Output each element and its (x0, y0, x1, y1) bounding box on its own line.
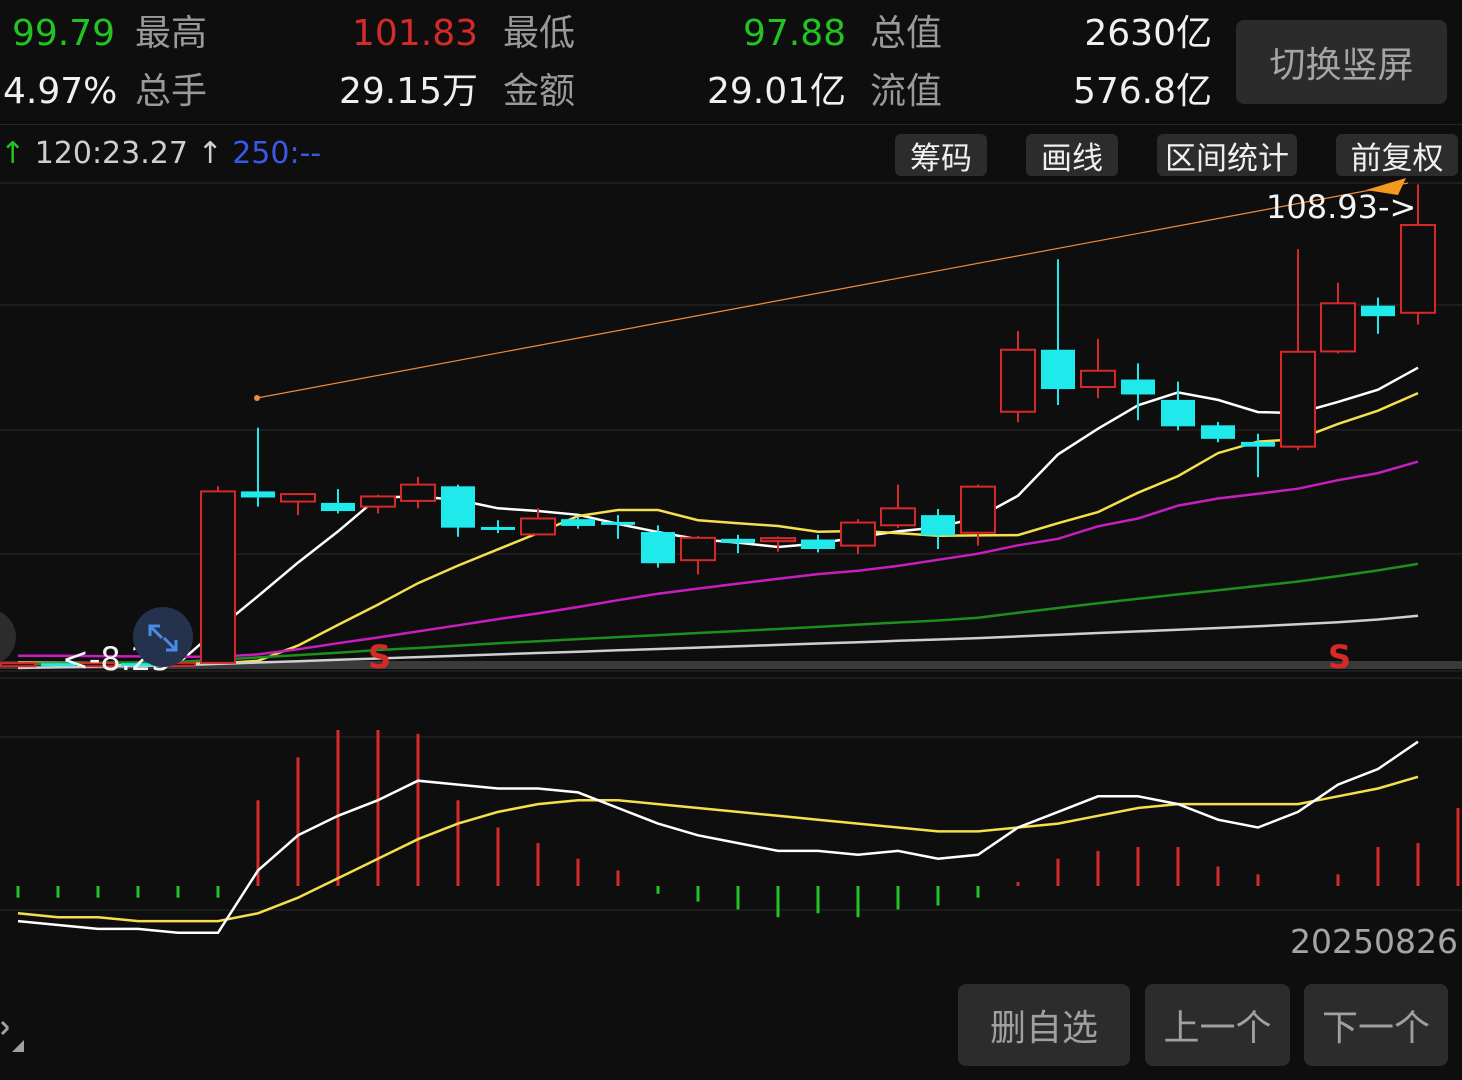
candle-body-down (641, 532, 675, 564)
macd-dif-line (17, 740, 1419, 935)
remove-watchlist-button[interactable]: 删自选 (958, 984, 1130, 1066)
high-price-marker: 108.93-> (1266, 188, 1416, 226)
candle-body-up (1000, 348, 1036, 413)
candle-body-up (840, 521, 876, 547)
candle-body-up (1320, 302, 1356, 353)
macd-dea-line (17, 775, 1419, 923)
candle-body-up (880, 507, 916, 527)
candle-body-down (481, 526, 515, 530)
previous-button[interactable]: 上一个 (1145, 984, 1290, 1066)
candle-body-down (1041, 349, 1075, 390)
candle-body-down (561, 519, 595, 526)
candle-body-up (960, 485, 996, 534)
collapse-icon[interactable] (133, 607, 193, 667)
candle-body-up (280, 493, 316, 503)
candle-body-up (0, 662, 36, 668)
candle-body-up (1080, 369, 1116, 389)
candle-body-down (441, 486, 475, 528)
candle-body-up (520, 517, 556, 536)
candle-body-down (601, 521, 635, 525)
expand-corner-icon[interactable] (0, 1020, 24, 1052)
candle-body-down (1161, 399, 1195, 427)
sell-signal: S (368, 638, 391, 676)
candle-body-up (400, 483, 436, 502)
candle-body-down (1121, 379, 1155, 395)
candle-body-up (760, 537, 796, 543)
candles (0, 184, 1436, 668)
kline-chart[interactable]: 108.93-> <-8.25 S S (0, 0, 1462, 1080)
candle-body-down (1241, 441, 1275, 447)
next-button[interactable]: 下一个 (1304, 984, 1448, 1066)
candle-body-up (680, 536, 716, 562)
candle-body-down (241, 491, 275, 498)
candle-body-down (801, 539, 835, 549)
candle-body-up (1280, 350, 1316, 448)
candle-body-down (321, 502, 355, 512)
candle-body-down (1361, 305, 1395, 317)
candle-body-down (1201, 425, 1235, 439)
trend-line (256, 182, 1409, 399)
left-edge-icon[interactable] (0, 609, 16, 665)
sell-signal: S (1328, 638, 1351, 676)
candle-body-down (921, 515, 955, 536)
chart-date: 20250826 (1290, 922, 1458, 961)
candle-body-up (1400, 224, 1436, 314)
candle-body-up (200, 490, 236, 664)
candle-body-down (721, 538, 755, 543)
candle-body-up (360, 495, 396, 508)
trend-line-anchor (254, 395, 260, 401)
macd-panel (16, 730, 1460, 935)
